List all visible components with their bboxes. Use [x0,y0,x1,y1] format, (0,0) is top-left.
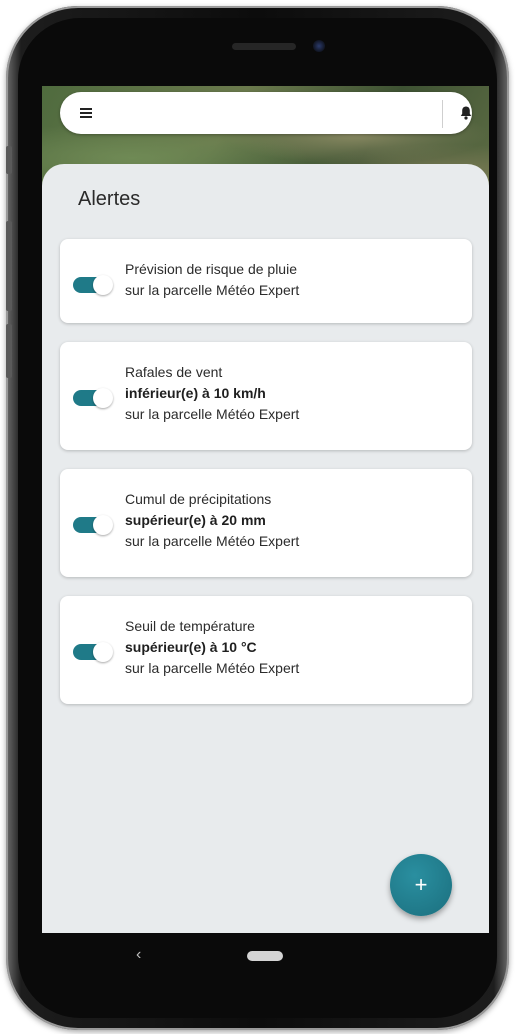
top-search-bar[interactable] [60,92,472,134]
app-screen: Alertes Prévision de risque de pluie sur… [42,86,489,933]
toggle-knob [93,275,113,295]
alert-text: Seuil de température supérieur(e) à 10 °… [125,616,299,679]
alert-condition: supérieur(e) à 10 °C [125,639,257,655]
alert-card[interactable]: Seuil de température supérieur(e) à 10 °… [60,596,472,704]
divider [442,100,443,128]
add-alert-button[interactable]: + [390,854,452,916]
alert-text: Prévision de risque de pluie sur la parc… [125,259,299,301]
alert-text: Cumul de précipitations supérieur(e) à 2… [125,489,299,552]
menu-icon[interactable] [80,108,92,118]
alert-card[interactable]: Cumul de précipitations supérieur(e) à 2… [60,469,472,577]
alert-card[interactable]: Rafales de vent inférieur(e) à 10 km/h s… [60,342,472,450]
earpiece [232,43,296,50]
back-icon[interactable]: ‹ [136,946,141,964]
alert-toggle[interactable] [73,515,113,535]
alert-toggle[interactable] [73,388,113,408]
alert-location: sur la parcelle Météo Expert [125,406,300,422]
alert-title: Prévision de risque de pluie [125,261,297,277]
alert-toggle[interactable] [73,275,113,295]
system-navigation-bar: ‹ [42,933,489,987]
alert-condition: inférieur(e) à 10 km/h [125,385,266,401]
side-button [6,146,12,174]
alert-title: Rafales de vent [125,364,223,380]
page-title: Alertes [78,188,141,210]
alert-location: sur la parcelle Météo Expert [125,282,300,298]
alert-location: sur la parcelle Météo Expert [125,533,300,549]
alert-title: Cumul de précipitations [125,491,272,507]
alert-title: Seuil de température [125,618,255,634]
home-button[interactable] [247,951,283,961]
toggle-knob [93,388,113,408]
side-button [6,324,12,378]
alert-card[interactable]: Prévision de risque de pluie sur la parc… [60,239,472,323]
alert-text: Rafales de vent inférieur(e) à 10 km/h s… [125,362,299,425]
alert-location: sur la parcelle Météo Expert [125,660,300,676]
side-button [6,221,12,311]
front-camera [313,40,325,52]
alerts-sheet: Alertes Prévision de risque de pluie sur… [42,164,489,933]
alert-toggle[interactable] [73,642,113,662]
bell-icon[interactable] [458,105,474,121]
toggle-knob [93,642,113,662]
toggle-knob [93,515,113,535]
alert-condition: supérieur(e) à 20 mm [125,512,266,528]
